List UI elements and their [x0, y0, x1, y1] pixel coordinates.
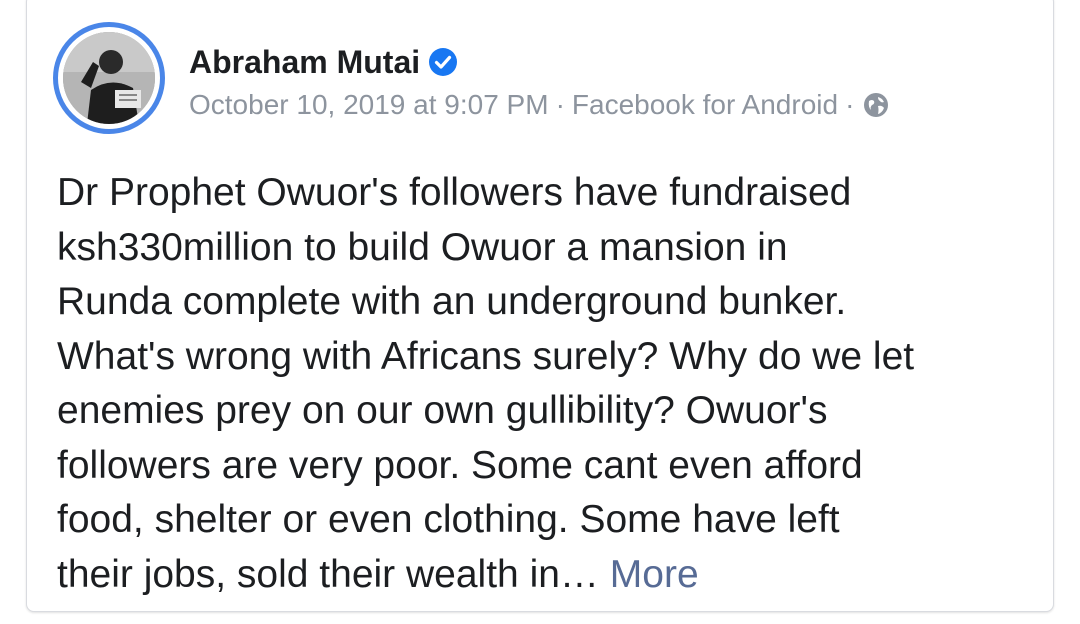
post-meta: October 10, 2019 at 9:07 PM · Facebook f…	[189, 88, 889, 122]
post-body-line: enemies prey on our own gullibility? Owu…	[57, 389, 828, 432]
globe-icon[interactable]	[863, 92, 889, 118]
post-body-line: their jobs, sold their wealth in…	[57, 552, 599, 596]
post-body-line: Dr Prophet Owuor's followers have fundra…	[57, 171, 852, 214]
meta-separator: ·	[555, 89, 565, 120]
post-body-line: food, shelter or even clothing. Some hav…	[57, 498, 840, 541]
post-body-line: What's wrong with Africans surely? Why d…	[57, 334, 915, 378]
avatar[interactable]	[53, 22, 165, 134]
post-body: Dr Prophet Owuor's followers have fundra…	[57, 166, 1047, 602]
post-source: Facebook for Android	[571, 89, 839, 120]
post-body-line: ksh330million to build Owuor a mansion i…	[57, 225, 788, 269]
avatar-photo	[63, 32, 155, 124]
author-row: Abraham Mutai	[189, 42, 458, 82]
profile-photo-icon	[63, 32, 155, 124]
author-name[interactable]: Abraham Mutai	[189, 44, 420, 81]
post-body-line: Runda complete with an underground bunke…	[57, 280, 847, 323]
post-timestamp[interactable]: October 10, 2019 at 9:07 PM	[189, 89, 549, 121]
meta-separator: ·	[845, 89, 855, 120]
post-body-line: followers are very poor. Some cant even …	[57, 443, 863, 487]
verified-badge-icon	[429, 48, 458, 76]
see-more-link[interactable]: More	[610, 553, 699, 596]
